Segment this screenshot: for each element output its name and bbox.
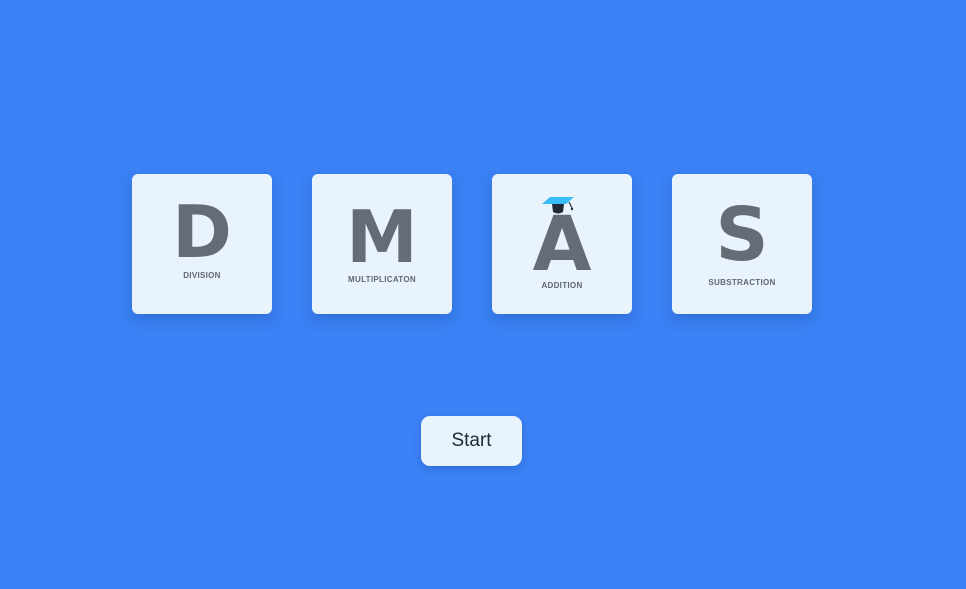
tile-division: D DIVISION [132, 174, 272, 314]
tile-letter-m: M [346, 195, 418, 279]
tile-label-multiplication: MULTIPLICATON [348, 275, 416, 284]
tile-multiplication: M MULTIPLICATON [312, 174, 452, 314]
tile-letter-d: D [172, 190, 232, 274]
start-button[interactable]: Start [421, 416, 522, 466]
tile-label-subtraction: SUBSTRACTION [708, 278, 776, 287]
tile-letter-s: S [715, 192, 769, 278]
tile-subtraction: S SUBSTRACTION [672, 174, 812, 314]
tile-addition: A ADDITION [492, 174, 632, 314]
tile-label-division: DIVISION [183, 271, 221, 280]
tile-label-addition: ADDITION [541, 281, 583, 290]
graduation-cap-icon [542, 197, 574, 214]
